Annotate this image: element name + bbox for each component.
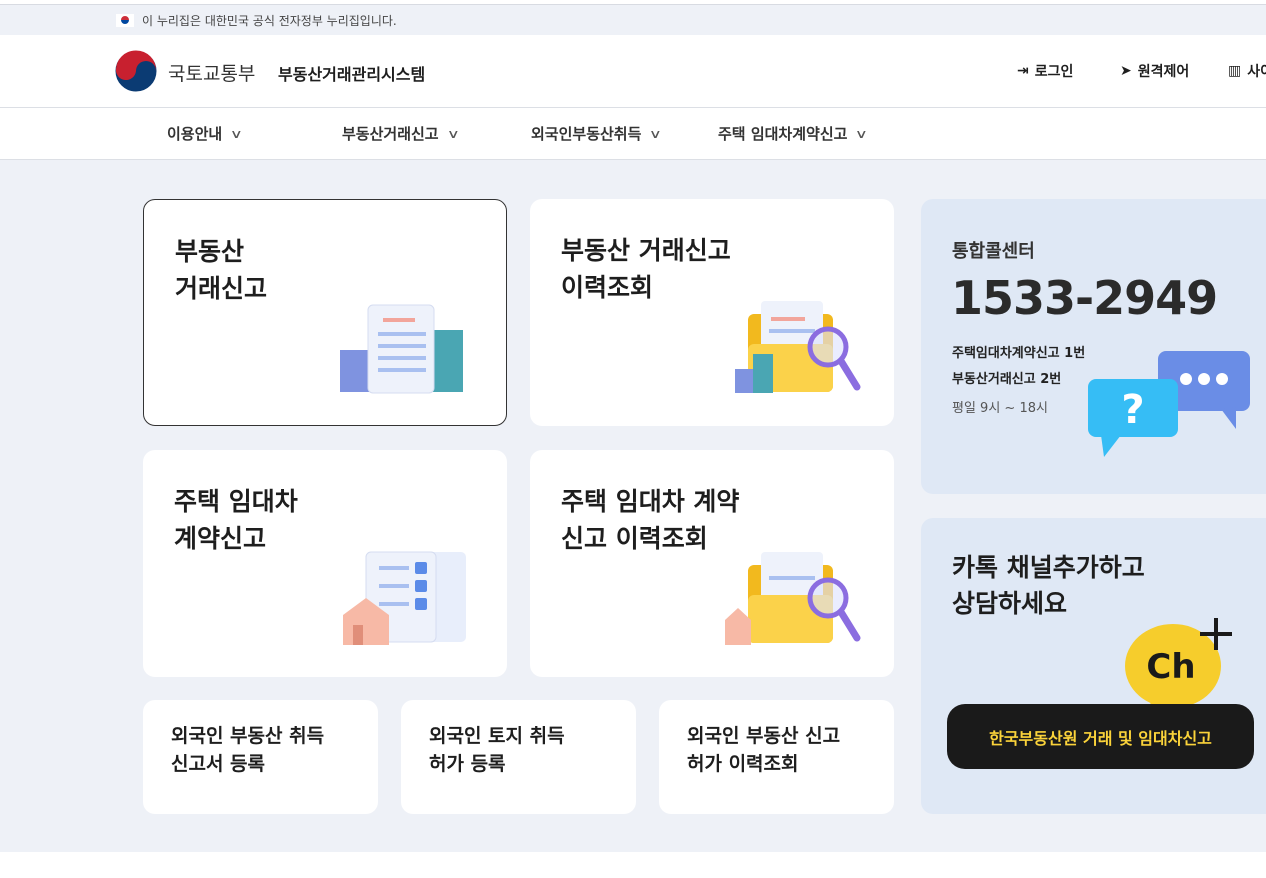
folder-search-icon bbox=[735, 301, 861, 393]
nav-item-lease-report[interactable]: 주택 임대차계약신고 ∨ bbox=[718, 123, 869, 144]
ministry-name[interactable]: 국토교통부 bbox=[168, 59, 255, 86]
card-foreigner-history[interactable]: 외국인 부동산 신고 허가 이력조회 bbox=[659, 700, 894, 814]
sitemap-button[interactable]: ▥사이트맵 bbox=[1228, 61, 1266, 81]
chevron-down-icon: ∨ bbox=[446, 126, 460, 141]
nav-item-real-estate-report[interactable]: 부동산거래신고 ∨ bbox=[342, 123, 460, 144]
card-foreigner-land-permit[interactable]: 외국인 토지 취득 허가 등록 bbox=[401, 700, 636, 814]
nav-item-guide[interactable]: 이용안내 ∨ bbox=[167, 123, 244, 144]
svg-text:?: ? bbox=[1121, 387, 1144, 433]
login-button[interactable]: ⇥ 로그인 bbox=[1017, 61, 1073, 81]
main-content: 부동산 거래신고 부동산 거래신고 이력조회 주택 임대차 계약신고 주택 임대… bbox=[0, 160, 1266, 852]
chevron-down-icon: ∨ bbox=[855, 126, 869, 141]
document-buildings-icon bbox=[340, 304, 463, 394]
folder-search-icon bbox=[725, 552, 861, 645]
card-report-history[interactable]: 부동산 거래신고 이력조회 bbox=[530, 199, 894, 426]
card-foreigner-acquisition[interactable]: 외국인 부동산 취득 신고서 등록 bbox=[143, 700, 378, 814]
cursor-icon: ➤ bbox=[1120, 63, 1132, 79]
kakao-channel-button[interactable]: 한국부동산원 거래 및 임대차신고 bbox=[947, 704, 1254, 769]
chevron-down-icon: ∨ bbox=[649, 126, 663, 141]
system-name[interactable]: 부동산거래관리시스템 bbox=[278, 61, 425, 85]
korea-flag-icon bbox=[116, 14, 134, 27]
card-lease-report[interactable]: 주택 임대차 계약신고 bbox=[143, 450, 507, 677]
card-real-estate-report[interactable]: 부동산 거래신고 bbox=[143, 199, 507, 426]
checklist-house-icon bbox=[343, 551, 466, 645]
nav-item-foreigner[interactable]: 외국인부동산취득 ∨ bbox=[531, 123, 663, 144]
header: 국토교통부 부동산거래관리시스템 ⇥로그인 ➤원격제어 ▥사이트맵 bbox=[0, 35, 1266, 108]
main-nav: 이용안내 ∨ 부동산거래신고 ∨ 외국인부동산취득 ∨ 주택 임대차계약신고 ∨ bbox=[0, 108, 1266, 160]
gov-banner: 이 누리집은 대한민국 공식 전자정부 누리집입니다. bbox=[0, 4, 1266, 35]
login-icon: ⇥ bbox=[1017, 63, 1029, 79]
kakao-panel: 카톡 채널추가하고 상담하세요 Ch 한국부동산원 거래 및 임대차신고 bbox=[921, 518, 1266, 814]
chevron-down-icon: ∨ bbox=[230, 126, 244, 141]
remote-control-button[interactable]: ➤ 원격제어 bbox=[1120, 61, 1189, 81]
callcenter-number: 1533-2949 bbox=[951, 271, 1218, 325]
card-lease-history[interactable]: 주택 임대차 계약 신고 이력조회 bbox=[530, 450, 894, 677]
government-logo-icon[interactable] bbox=[114, 49, 158, 93]
kakao-badge-text: Ch bbox=[1146, 647, 1195, 687]
chat-bubbles-icon: ? bbox=[1088, 351, 1250, 457]
callcenter-panel: 통합콜센터 1533-2949 주택임대차계약신고 1번 부동산거래신고 2번 … bbox=[921, 199, 1266, 494]
gov-banner-text: 이 누리집은 대한민국 공식 전자정부 누리집입니다. bbox=[142, 14, 397, 28]
map-icon: ▥ bbox=[1228, 63, 1242, 79]
